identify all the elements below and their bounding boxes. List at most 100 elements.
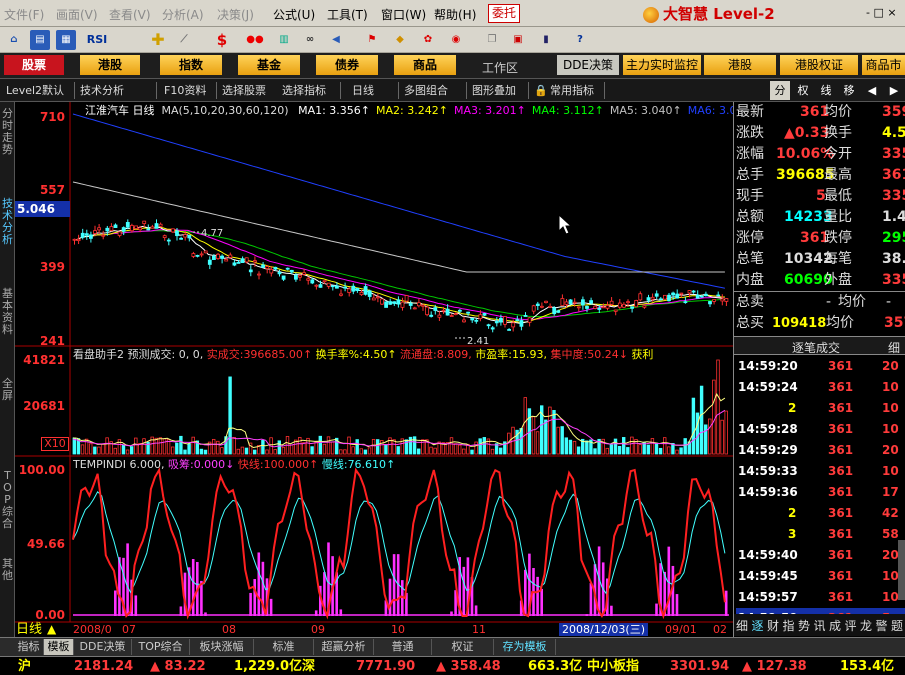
vtab-fullscreen[interactable]: 全屏 <box>0 378 15 402</box>
market-button-hk[interactable]: 港股 <box>80 55 140 75</box>
rsi-icon[interactable]: RSI <box>84 30 110 50</box>
shell-icon[interactable]: ✿ <box>418 30 438 50</box>
ruler-icon[interactable]: ⟋ <box>174 30 194 50</box>
multi-chart-button[interactable]: 多图组合 <box>404 82 448 99</box>
volume-bar <box>326 436 331 455</box>
workzone-tab-hkwarrant[interactable]: 港股权证 <box>780 55 858 75</box>
flag-icon[interactable]: ⚑ <box>362 30 382 50</box>
volume-bar <box>474 441 478 455</box>
bottom-tab-template[interactable]: 模板 <box>44 639 74 655</box>
grid-icon[interactable]: ▦ <box>56 30 76 50</box>
workzone-tab-monitor[interactable]: 主力实时监控 <box>623 55 701 75</box>
overlay-button[interactable]: 图形叠加 <box>472 82 516 99</box>
menu-file[interactable]: 文件(F) <box>4 6 44 23</box>
bottom-tab-normal[interactable]: 普通 <box>374 639 432 655</box>
right-bottom-tab[interactable]: 讯 <box>814 617 826 634</box>
candle-body <box>207 259 212 265</box>
menu-analysis[interactable]: 分析(A) <box>162 6 204 23</box>
right-bottom-tab[interactable]: 势 <box>798 617 810 634</box>
market-button-fund[interactable]: 基金 <box>238 55 300 75</box>
bottom-tabs: 指标 模板 DDE决策 TOP综合 板块涨幅 标准 超赢分析 普通 权证 存为模… <box>0 637 905 656</box>
select-indicator-button[interactable]: 选择指标 <box>282 82 326 99</box>
workzone-tab-dde[interactable]: DDE决策 <box>557 55 619 75</box>
right-bottom-tab[interactable]: 龙 <box>860 617 872 634</box>
right-bottom-tab[interactable]: 财 <box>767 617 779 634</box>
market-button-commodity[interactable]: 商品 <box>394 55 456 75</box>
quote-value: 1.49 <box>882 209 905 225</box>
layout-select[interactable]: Level2默认 <box>6 82 64 99</box>
right-bottom-tab[interactable]: 评 <box>845 617 857 634</box>
menu-window[interactable]: 窗口(W) <box>381 6 426 23</box>
select-stock-button[interactable]: 选择股票 <box>222 82 266 99</box>
x-tick: 09/01 <box>665 623 697 636</box>
diamond-icon[interactable]: ◆ <box>390 30 410 50</box>
chart-area[interactable]: 江淮汽车 日线 MA(5,10,20,30,60,120) MA1: 3.356… <box>15 102 736 637</box>
cross-icon[interactable]: ✚ <box>148 30 168 50</box>
candle-body <box>638 293 643 301</box>
menu-formula[interactable]: 公式(U) <box>273 6 315 23</box>
bottom-tab-standard[interactable]: 标准 <box>254 639 314 655</box>
tech-analysis-tab[interactable]: 技术分析 <box>80 82 124 99</box>
scrollbar[interactable] <box>898 540 905 600</box>
right-bottom-tab[interactable]: 题 <box>891 617 903 634</box>
candle-body <box>347 288 352 293</box>
workzone-tab-hk[interactable]: 港股 <box>704 55 776 75</box>
vtab-top[interactable]: TOP综合 <box>0 470 15 530</box>
tab-quan[interactable]: 权 <box>793 81 813 100</box>
bottom-tab-dde[interactable]: DDE决策 <box>74 639 132 655</box>
window-controls[interactable]: - □ × <box>866 6 897 19</box>
menu-view[interactable]: 画面(V) <box>56 6 98 23</box>
bottom-tab-save-template[interactable]: 存为模板 <box>494 639 556 655</box>
menu-tools[interactable]: 工具(T) <box>327 6 368 23</box>
market-button-bond[interactable]: 债券 <box>316 55 378 75</box>
right-bottom-tab[interactable]: 细 <box>736 617 748 634</box>
f10-tab[interactable]: F10资料 <box>164 82 206 99</box>
candle-body <box>248 269 253 273</box>
common-indicator-button[interactable]: 常用指标 <box>550 82 594 99</box>
market-button-stock[interactable]: 股票 <box>4 55 64 75</box>
tab-xian[interactable]: 线 <box>816 81 836 100</box>
bottom-tab-sector[interactable]: 板块涨幅 <box>190 639 254 655</box>
entrust-button[interactable]: 委托 <box>488 4 520 23</box>
volume-bar <box>211 438 216 455</box>
books-icon[interactable]: ▮ <box>536 30 556 50</box>
megaphone-icon[interactable]: ◀ <box>326 30 346 50</box>
help-icon[interactable]: ? <box>570 30 590 50</box>
tab-yi[interactable]: 移 <box>839 81 859 100</box>
vtab-intraday[interactable]: 分时走势 <box>0 108 15 156</box>
home-icon[interactable]: ⌂ <box>4 30 24 50</box>
chart-icon[interactable]: ▤ <box>30 30 50 50</box>
bottom-tab-top[interactable]: TOP综合 <box>132 639 190 655</box>
menu-look[interactable]: 查看(V) <box>109 6 151 23</box>
menu-decision[interactable]: 决策(J) <box>217 6 254 23</box>
trades-detail-tab[interactable]: 细 <box>888 339 900 356</box>
right-bottom-tab[interactable]: 警 <box>876 617 888 634</box>
right-bottom-tab[interactable]: 成 <box>829 617 841 634</box>
workzone-tab-commodity[interactable]: 商品市 <box>862 55 905 75</box>
bottom-tab-indicator[interactable]: 指标 <box>14 639 44 655</box>
binoculars-icon[interactable]: ∞ <box>300 30 320 50</box>
vtab-basic-info[interactable]: 基本资料 <box>0 288 15 336</box>
period-select[interactable]: 日线 <box>352 82 374 99</box>
window-icon[interactable]: ▣ <box>508 30 528 50</box>
candle-body <box>93 230 97 234</box>
globe-icon[interactable]: ◉ <box>446 30 466 50</box>
menu-help[interactable]: 帮助(H) <box>434 6 476 23</box>
period-arrow-icon[interactable]: ▲ <box>47 623 56 636</box>
copy-icon[interactable]: ❐ <box>482 30 502 50</box>
equalizer-icon[interactable]: ▥ <box>274 30 294 50</box>
market-button-index[interactable]: 指数 <box>160 55 222 75</box>
lock-icon[interactable]: 🔒 <box>534 82 548 99</box>
signal-icon[interactable]: ●● <box>242 30 268 50</box>
dollar-icon[interactable]: $ <box>212 30 232 50</box>
bottom-tab-superwin[interactable]: 超赢分析 <box>314 639 374 655</box>
right-bottom-tab[interactable]: 指 <box>783 617 795 634</box>
vtab-other[interactable]: 其他 <box>0 558 15 582</box>
next-icon[interactable]: ▶ <box>884 81 904 100</box>
tab-fen[interactable]: 分 <box>770 81 790 100</box>
volume-bar <box>187 443 191 455</box>
bottom-tab-warrant[interactable]: 权证 <box>432 639 494 655</box>
right-bottom-tab[interactable]: 逐 <box>752 617 764 634</box>
vtab-tech-analysis[interactable]: 技术分析 <box>0 198 15 246</box>
prev-icon[interactable]: ◀ <box>862 81 882 100</box>
